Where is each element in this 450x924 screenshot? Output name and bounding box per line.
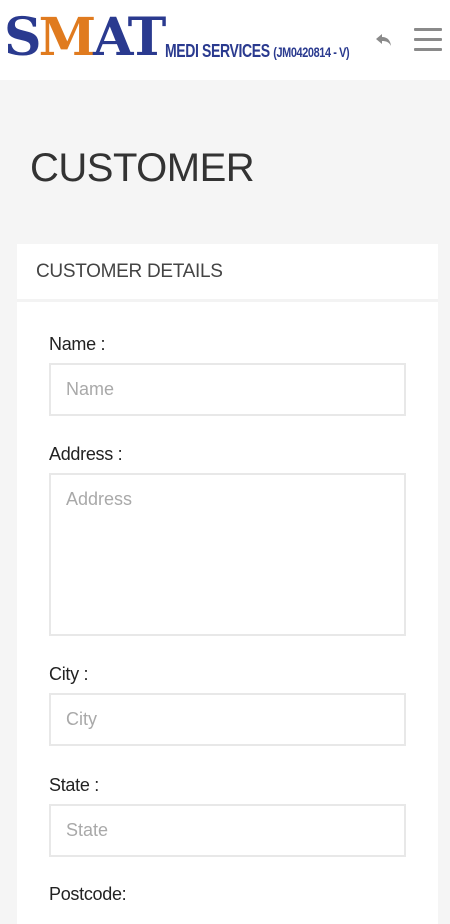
- postcode-field-group: Postcode:: [49, 884, 127, 913]
- logo-subtitle: MEDI SERVICES (JM0420814 - V): [165, 41, 350, 61]
- name-label: Name :: [49, 334, 106, 354]
- state-label: State :: [49, 775, 99, 795]
- name-field-group: Name :: [49, 334, 406, 416]
- address-input[interactable]: [49, 473, 406, 636]
- city-label: City :: [49, 664, 89, 684]
- reply-arrow-icon[interactable]: [372, 28, 396, 52]
- state-input[interactable]: [49, 804, 406, 857]
- page-title: CUSTOMER: [30, 146, 255, 190]
- logo-code: (JM0420814 - V): [273, 44, 350, 60]
- postcode-label: Postcode:: [49, 884, 127, 904]
- city-field-group: City :: [49, 664, 406, 746]
- address-field-group: Address :: [49, 444, 406, 636]
- logo-wordmark: SMAT: [4, 7, 166, 68]
- top-bar: SMAT MEDI SERVICES (JM0420814 - V): [0, 0, 450, 80]
- state-field-group: State :: [49, 775, 406, 857]
- hamburger-menu-icon[interactable]: [414, 28, 444, 54]
- name-input[interactable]: [49, 363, 406, 416]
- address-label: Address :: [49, 444, 123, 464]
- city-input[interactable]: [49, 693, 406, 746]
- card-header: CUSTOMER DETAILS: [17, 244, 438, 302]
- brand-logo[interactable]: SMAT MEDI SERVICES (JM0420814 - V): [4, 12, 402, 64]
- customer-details-card: CUSTOMER DETAILS Name : Address : City :…: [17, 244, 438, 924]
